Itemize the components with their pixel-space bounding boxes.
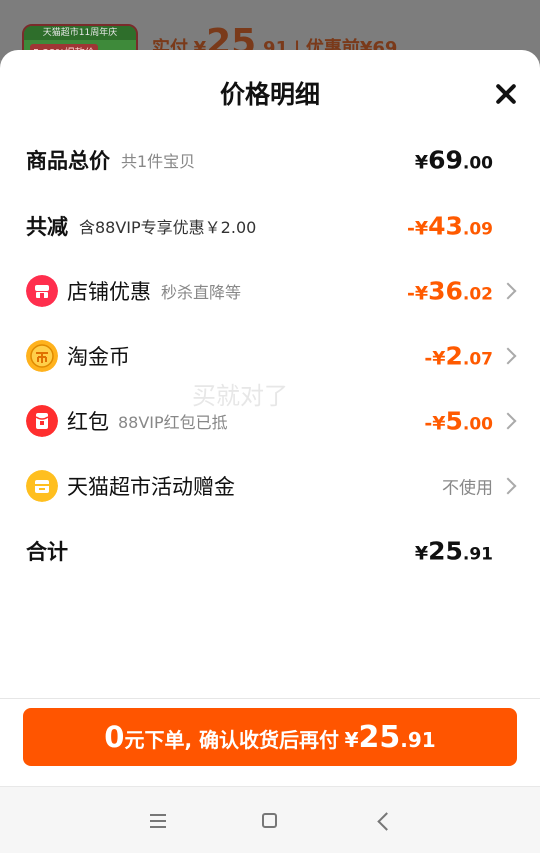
- chevron-right-icon: [499, 477, 517, 495]
- goods-total-amount: ¥69.00: [414, 145, 493, 175]
- total-reduction-amount: -¥43.09: [406, 211, 493, 241]
- place-order-button[interactable]: 0元下单, 确认收货后再付 ¥25.91: [23, 708, 517, 766]
- close-icon[interactable]: [492, 80, 520, 108]
- system-nav-bar: [0, 786, 540, 853]
- sheet-title: 价格明细: [219, 80, 320, 109]
- gift-money-label: 天猫超市活动赠金: [67, 475, 235, 499]
- thumbnail-banner: 天猫超市11周年庆: [24, 26, 136, 40]
- shop-discount-note: 秒杀直降等: [161, 283, 242, 302]
- total-amount: ¥25.91: [414, 536, 493, 566]
- red-packet-icon: [26, 405, 58, 437]
- price-detail-sheet: 价格明细 商品总价 共1件宝贝 ¥69.00 共减 含88VIP专享优惠￥2.0…: [0, 50, 540, 853]
- goods-count: 共1件宝贝: [121, 152, 196, 171]
- back-icon[interactable]: [377, 812, 396, 831]
- coin-icon: [26, 340, 58, 372]
- red-packet-label: 红包: [67, 410, 109, 434]
- goods-total-label: 商品总价: [26, 149, 110, 173]
- total-reduction-label: 共减: [26, 215, 68, 239]
- red-packet-amount: -¥5.00: [424, 406, 493, 436]
- chevron-right-icon: [499, 412, 517, 430]
- gift-icon: [26, 470, 58, 502]
- row-gift-money[interactable]: 天猫超市活动赠金 不使用: [0, 466, 540, 506]
- shop-discount-label: 店铺优惠: [67, 280, 151, 304]
- row-total: 合计 ¥25.91: [0, 531, 540, 571]
- gift-money-value: 不使用: [442, 478, 493, 499]
- row-total-reduction: 共减 含88VIP专享优惠￥2.00 -¥43.09: [0, 206, 540, 246]
- menu-icon[interactable]: [150, 814, 166, 828]
- total-label: 合计: [26, 540, 68, 564]
- chevron-right-icon: [499, 347, 517, 365]
- home-icon[interactable]: [262, 813, 277, 828]
- row-goods-total: 商品总价 共1件宝贝 ¥69.00: [0, 140, 540, 180]
- red-packet-note: 88VIP红包已抵: [118, 413, 228, 432]
- row-red-packet[interactable]: 红包 88VIP红包已抵 -¥5.00: [0, 401, 540, 441]
- taojinbi-label: 淘金币: [67, 345, 130, 369]
- vip-discount-note: 含88VIP专享优惠￥2.00: [79, 218, 257, 237]
- shop-icon: [26, 275, 58, 307]
- taojinbi-amount: -¥2.07: [424, 341, 493, 371]
- divider: [0, 698, 540, 699]
- row-taojinbi[interactable]: 淘金币 -¥2.07: [0, 336, 540, 376]
- row-shop-discount[interactable]: 店铺优惠 秒杀直降等 -¥36.02: [0, 271, 540, 311]
- shop-discount-amount: -¥36.02: [406, 276, 493, 306]
- chevron-right-icon: [499, 282, 517, 300]
